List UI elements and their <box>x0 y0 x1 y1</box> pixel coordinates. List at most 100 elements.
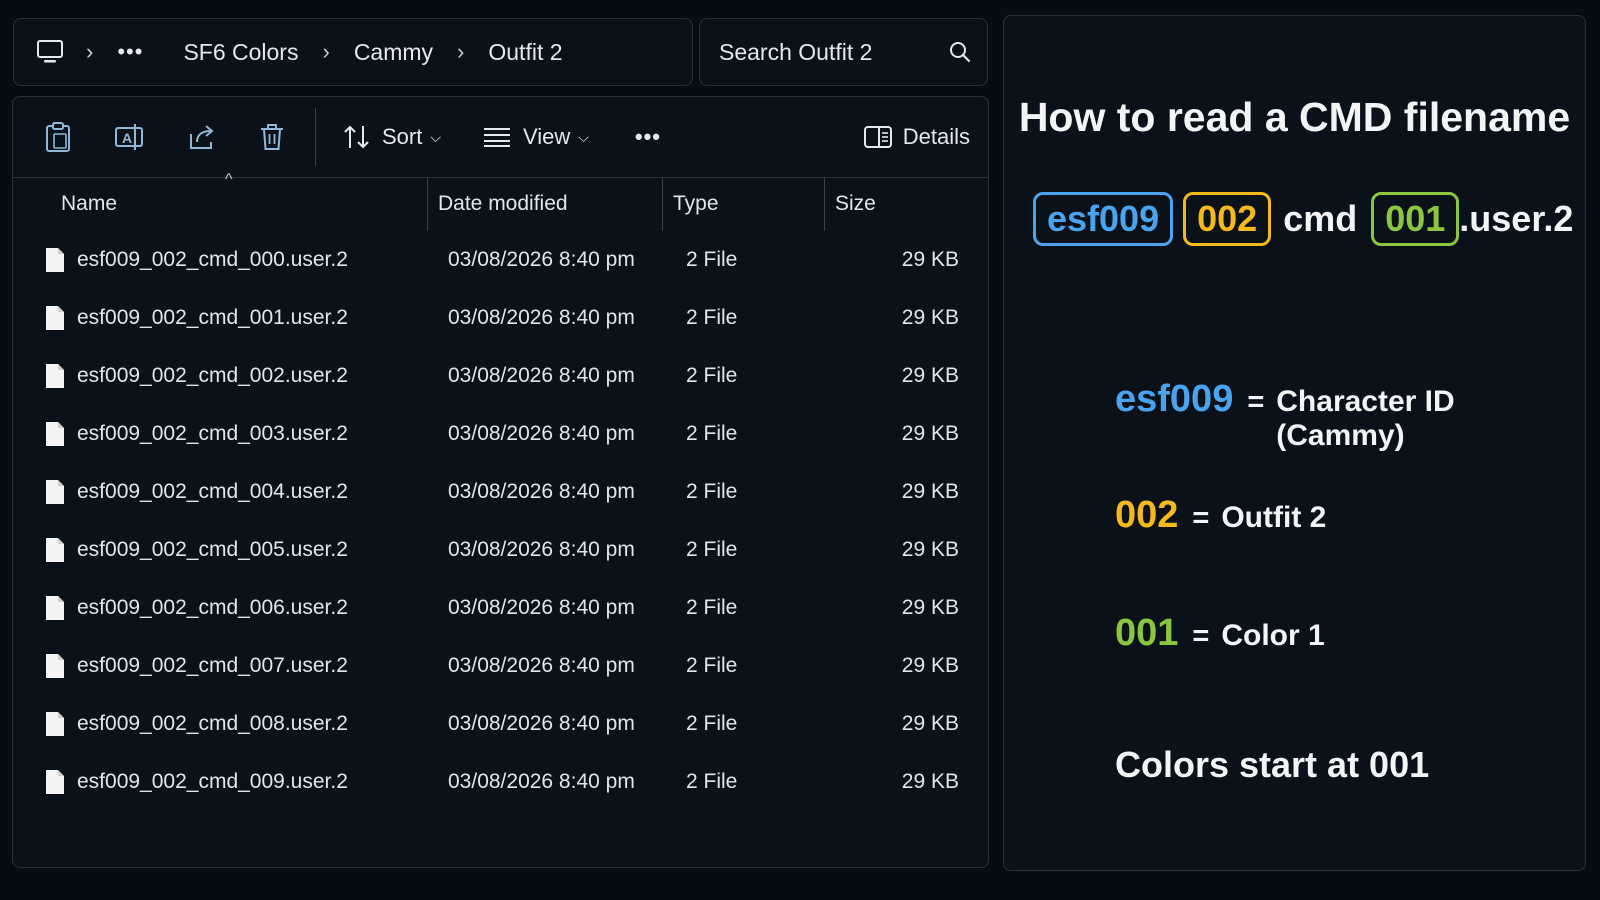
command-bar: A Sort ⌵ View ⌵ ••• Details <box>13 97 988 178</box>
breadcrumb-separator-icon: › <box>322 39 330 64</box>
guide-title: How to read a CMD filename <box>1018 94 1571 140</box>
extension-text: .user.2 <box>1459 198 1574 239</box>
column-type-label: Type <box>673 192 719 215</box>
legend-outfit: 002 = Outfit 2 <box>1115 494 1326 537</box>
file-type: 2 File <box>686 248 738 271</box>
legend-description: Outfit 2 <box>1221 501 1327 534</box>
column-date-label: Date modified <box>438 192 568 215</box>
column-header-name[interactable]: ^ Name <box>13 171 427 231</box>
file-name: esf009_002_cmd_009.user.2 <box>77 770 348 793</box>
file-date: 03/08/2026 8:40 pm <box>448 538 635 561</box>
legend-color: 001 = Color 1 <box>1115 612 1325 655</box>
view-list-icon <box>483 127 511 147</box>
file-name: esf009_002_cmd_006.user.2 <box>77 596 348 619</box>
file-type: 2 File <box>686 364 738 387</box>
legend-equals: = <box>1192 620 1210 652</box>
column-header-date[interactable]: Date modified <box>427 177 662 231</box>
search-icon[interactable] <box>949 41 971 63</box>
details-label: Details <box>902 124 970 149</box>
breadcrumb-cammy[interactable]: Cammy <box>354 39 433 66</box>
search-input[interactable] <box>717 37 941 67</box>
sort-ascending-icon: ^ <box>225 171 233 188</box>
file-size: 29 KB <box>901 364 959 387</box>
color-box: 001 <box>1371 192 1460 246</box>
file-date: 03/08/2026 8:40 pm <box>448 422 635 445</box>
file-row[interactable]: esf009_002_cmd_001.user.2 03/08/2026 8:4… <box>13 289 988 347</box>
file-row[interactable]: esf009_002_cmd_007.user.2 03/08/2026 8:4… <box>13 637 988 695</box>
file-row[interactable]: esf009_002_cmd_006.user.2 03/08/2026 8:4… <box>13 579 988 637</box>
legend-equals: = <box>1192 502 1210 534</box>
more-options-button[interactable]: ••• <box>635 124 661 150</box>
legend-description: Color 1 <box>1221 619 1325 652</box>
details-pane-icon <box>863 126 892 148</box>
legend-code: 002 <box>1115 494 1179 536</box>
share-icon[interactable] <box>179 114 225 160</box>
file-size: 29 KB <box>901 248 959 271</box>
file-row[interactable]: esf009_002_cmd_004.user.2 03/08/2026 8:4… <box>13 463 988 521</box>
file-name: esf009_002_cmd_007.user.2 <box>77 654 348 677</box>
file-icon <box>46 712 64 736</box>
file-size: 29 KB <box>901 654 959 677</box>
svg-text:A: A <box>122 130 132 146</box>
breadcrumb-overflow-button[interactable]: ••• <box>117 39 143 65</box>
sort-button[interactable]: Sort ⌵ <box>342 124 441 150</box>
outfit-box: 002 <box>1183 192 1272 246</box>
file-row[interactable]: esf009_002_cmd_003.user.2 03/08/2026 8:4… <box>13 405 988 463</box>
sort-label: Sort <box>382 124 423 149</box>
file-type: 2 File <box>686 712 738 735</box>
colors-start-note: Colors start at 001 <box>1115 744 1430 785</box>
breadcrumb-outfit-2[interactable]: Outfit 2 <box>488 39 562 66</box>
file-size: 29 KB <box>901 770 959 793</box>
file-row[interactable]: esf009_002_cmd_002.user.2 03/08/2026 8:4… <box>13 347 988 405</box>
file-name: esf009_002_cmd_004.user.2 <box>77 480 348 503</box>
column-headers: ^ Name Date modified Type Size <box>13 171 988 231</box>
file-date: 03/08/2026 8:40 pm <box>448 480 635 503</box>
file-icon <box>46 306 64 330</box>
paste-icon[interactable] <box>35 114 81 160</box>
this-pc-icon[interactable] <box>36 39 64 65</box>
filename-breakdown: esf009 002 cmd 001 .user.2 <box>1033 192 1573 246</box>
file-list-window: A Sort ⌵ View ⌵ ••• Details ^ Name Date … <box>12 96 989 868</box>
file-name: esf009_002_cmd_008.user.2 <box>77 712 348 735</box>
breadcrumb-sf6-colors[interactable]: SF6 Colors <box>183 39 298 66</box>
file-size: 29 KB <box>901 596 959 619</box>
filename-guide-panel: How to read a CMD filename esf009 002 cm… <box>1003 15 1586 871</box>
file-row[interactable]: esf009_002_cmd_008.user.2 03/08/2026 8:4… <box>13 695 988 753</box>
file-size: 29 KB <box>901 480 959 503</box>
file-size: 29 KB <box>901 422 959 445</box>
file-icon <box>46 538 64 562</box>
details-button[interactable]: Details <box>863 124 970 150</box>
legend-description: Character ID (Cammy) <box>1276 385 1455 452</box>
character-id-box: esf009 <box>1033 192 1174 246</box>
file-name: esf009_002_cmd_002.user.2 <box>77 364 348 387</box>
file-date: 03/08/2026 8:40 pm <box>448 596 635 619</box>
search-box[interactable] <box>699 18 988 86</box>
column-header-size[interactable]: Size <box>824 177 988 231</box>
file-row[interactable]: esf009_002_cmd_005.user.2 03/08/2026 8:4… <box>13 521 988 579</box>
breadcrumb-separator-icon: › <box>86 39 94 64</box>
file-row[interactable]: esf009_002_cmd_009.user.2 03/08/2026 8:4… <box>13 753 988 811</box>
file-icon <box>46 248 64 272</box>
delete-icon[interactable] <box>249 114 295 160</box>
address-bar[interactable]: › ••• SF6 Colors › Cammy › Outfit 2 <box>13 18 693 86</box>
rename-icon[interactable]: A <box>107 114 153 160</box>
legend-code: 001 <box>1115 612 1179 654</box>
file-icon <box>46 770 64 794</box>
file-name: esf009_002_cmd_001.user.2 <box>77 306 348 329</box>
file-name: esf009_002_cmd_003.user.2 <box>77 422 348 445</box>
file-type: 2 File <box>686 480 738 503</box>
file-date: 03/08/2026 8:40 pm <box>448 712 635 735</box>
chevron-down-icon: ⌵ <box>430 128 441 145</box>
file-type: 2 File <box>686 422 738 445</box>
view-label: View <box>522 124 571 149</box>
file-type: 2 File <box>686 770 738 793</box>
file-row[interactable]: esf009_002_cmd_000.user.2 03/08/2026 8:4… <box>13 231 988 289</box>
chevron-down-icon: ⌵ <box>578 128 589 145</box>
legend-code: esf009 <box>1115 378 1234 420</box>
column-header-type[interactable]: Type <box>662 177 824 231</box>
file-type: 2 File <box>686 654 738 677</box>
view-button[interactable]: View ⌵ <box>483 124 589 150</box>
legend-equals: = <box>1247 386 1265 418</box>
file-type: 2 File <box>686 596 738 619</box>
breadcrumb-separator-icon: › <box>457 39 465 64</box>
